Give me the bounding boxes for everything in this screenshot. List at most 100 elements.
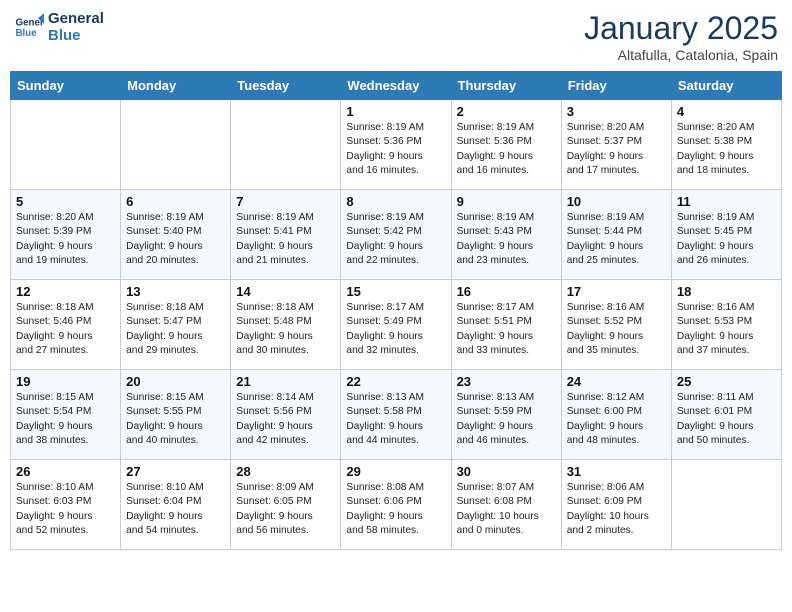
weekday-header-row: SundayMondayTuesdayWednesdayThursdayFrid…	[11, 72, 782, 100]
calendar-cell: 5Sunrise: 8:20 AM Sunset: 5:39 PM Daylig…	[11, 190, 121, 280]
calendar-cell: 19 Sunrise: 8:15 AM Sunset: 5:54 PM Dayli…	[11, 370, 121, 460]
weekday-header-monday: Monday	[121, 72, 231, 100]
calendar-cell	[231, 100, 341, 190]
day-number: 23	[457, 374, 556, 389]
day-number: 2	[457, 104, 556, 119]
day-number: 25	[677, 374, 776, 389]
calendar-cell: 23 Sunrise: 8:13 AM Sunset: 5:59 PM Dayli…	[451, 370, 561, 460]
day-info: Sunrise: 8:13 AM Sunset: 5:59 PM Dayligh…	[457, 391, 556, 448]
calendar-cell: 14 Sunrise: 8:18 AM Sunset: 5:48 PM Dayli…	[231, 280, 341, 370]
day-number: 16	[457, 284, 556, 299]
weekday-header-wednesday: Wednesday	[341, 72, 451, 100]
day-info: Sunrise: 8:20 AM Sunset: 5:38 PM Dayligh…	[677, 121, 776, 178]
day-info: Sunrise: 8:18 AM Sunset: 5:47 PM Dayligh…	[126, 301, 225, 358]
calendar-cell: 20 Sunrise: 8:15 AM Sunset: 5:55 PM Dayli…	[121, 370, 231, 460]
week-row-5: 26Sunrise: 8:10 AM Sunset: 6:03 PM Dayli…	[11, 460, 782, 550]
day-info: Sunrise: 8:19 AM Sunset: 5:43 PM Dayligh…	[457, 211, 556, 268]
svg-text:Blue: Blue	[16, 28, 38, 39]
calendar-cell: 25 Sunrise: 8:11 AM Sunset: 6:01 PM Dayli…	[671, 370, 781, 460]
calendar-cell: 9Sunrise: 8:19 AM Sunset: 5:43 PM Daylig…	[451, 190, 561, 280]
day-info: Sunrise: 8:18 AM Sunset: 5:48 PM Dayligh…	[236, 301, 335, 358]
day-number: 13	[126, 284, 225, 299]
day-number: 29	[346, 464, 445, 479]
calendar-table: SundayMondayTuesdayWednesdayThursdayFrid…	[10, 71, 782, 550]
day-number: 1	[346, 104, 445, 119]
day-info: Sunrise: 8:19 AM Sunset: 5:36 PM Dayligh…	[457, 121, 556, 178]
calendar-cell: 21 Sunrise: 8:14 AM Sunset: 5:56 PM Dayli…	[231, 370, 341, 460]
calendar-cell: 27 Sunrise: 8:10 AM Sunset: 6:04 PM Dayli…	[121, 460, 231, 550]
day-info: Sunrise: 8:07 AM Sunset: 6:08 PM Dayligh…	[457, 481, 556, 538]
weekday-header-tuesday: Tuesday	[231, 72, 341, 100]
day-number: 14	[236, 284, 335, 299]
calendar-cell: 13 Sunrise: 8:18 AM Sunset: 5:47 PM Dayli…	[121, 280, 231, 370]
day-number: 19	[16, 374, 115, 389]
calendar-cell: 2 Sunrise: 8:19 AM Sunset: 5:36 PM Daylig…	[451, 100, 561, 190]
day-number: 22	[346, 374, 445, 389]
day-info: Sunrise: 8:14 AM Sunset: 5:56 PM Dayligh…	[236, 391, 335, 448]
title-block: January 2025 Altafulla, Catalonia, Spain	[584, 10, 778, 63]
day-info: Sunrise: 8:08 AM Sunset: 6:06 PM Dayligh…	[346, 481, 445, 538]
day-info: Sunrise: 8:16 AM Sunset: 5:53 PM Dayligh…	[677, 301, 776, 358]
day-number: 26	[16, 464, 115, 479]
day-info: Sunrise: 8:09 AM Sunset: 6:05 PM Dayligh…	[236, 481, 335, 538]
day-info: Sunrise: 8:18 AM Sunset: 5:46 PM Dayligh…	[16, 301, 115, 358]
calendar-cell	[671, 460, 781, 550]
day-number: 4	[677, 104, 776, 119]
day-number: 27	[126, 464, 225, 479]
day-number: 6	[126, 194, 225, 209]
day-number: 3	[567, 104, 666, 119]
week-row-4: 19 Sunrise: 8:15 AM Sunset: 5:54 PM Dayli…	[11, 370, 782, 460]
day-info: Sunrise: 8:19 AM Sunset: 5:40 PM Dayligh…	[126, 211, 225, 268]
day-number: 31	[567, 464, 666, 479]
weekday-header-sunday: Sunday	[11, 72, 121, 100]
day-number: 10	[567, 194, 666, 209]
day-number: 7	[236, 194, 335, 209]
month-title: January 2025	[584, 10, 778, 47]
day-info: Sunrise: 8:19 AM Sunset: 5:42 PM Dayligh…	[346, 211, 445, 268]
calendar-cell: 29 Sunrise: 8:08 AM Sunset: 6:06 PM Dayli…	[341, 460, 451, 550]
day-info: Sunrise: 8:19 AM Sunset: 5:41 PM Dayligh…	[236, 211, 335, 268]
day-number: 15	[346, 284, 445, 299]
day-info: Sunrise: 8:19 AM Sunset: 5:45 PM Dayligh…	[677, 211, 776, 268]
day-info: Sunrise: 8:19 AM Sunset: 5:44 PM Dayligh…	[567, 211, 666, 268]
day-info: Sunrise: 8:17 AM Sunset: 5:49 PM Dayligh…	[346, 301, 445, 358]
day-number: 20	[126, 374, 225, 389]
day-info: Sunrise: 8:15 AM Sunset: 5:54 PM Dayligh…	[16, 391, 115, 448]
day-number: 11	[677, 194, 776, 209]
day-number: 12	[16, 284, 115, 299]
day-info: Sunrise: 8:12 AM Sunset: 6:00 PM Dayligh…	[567, 391, 666, 448]
calendar-cell	[121, 100, 231, 190]
calendar-cell: 12 Sunrise: 8:18 AM Sunset: 5:46 PM Dayli…	[11, 280, 121, 370]
week-row-3: 12 Sunrise: 8:18 AM Sunset: 5:46 PM Dayli…	[11, 280, 782, 370]
calendar-cell: 16 Sunrise: 8:17 AM Sunset: 5:51 PM Dayli…	[451, 280, 561, 370]
calendar-cell: 30 Sunrise: 8:07 AM Sunset: 6:08 PM Dayli…	[451, 460, 561, 550]
calendar-cell: 18Sunrise: 8:16 AM Sunset: 5:53 PM Dayli…	[671, 280, 781, 370]
page-header: General Blue General Blue January 2025 A…	[10, 10, 782, 63]
day-number: 30	[457, 464, 556, 479]
calendar-cell: 10 Sunrise: 8:19 AM Sunset: 5:44 PM Dayli…	[561, 190, 671, 280]
logo-blue: Blue	[48, 27, 104, 44]
day-info: Sunrise: 8:10 AM Sunset: 6:04 PM Dayligh…	[126, 481, 225, 538]
day-number: 21	[236, 374, 335, 389]
logo-icon: General Blue	[14, 12, 44, 42]
day-info: Sunrise: 8:19 AM Sunset: 5:36 PM Dayligh…	[346, 121, 445, 178]
calendar-cell: 3Sunrise: 8:20 AM Sunset: 5:37 PM Daylig…	[561, 100, 671, 190]
week-row-2: 5Sunrise: 8:20 AM Sunset: 5:39 PM Daylig…	[11, 190, 782, 280]
day-info: Sunrise: 8:15 AM Sunset: 5:55 PM Dayligh…	[126, 391, 225, 448]
day-number: 24	[567, 374, 666, 389]
calendar-cell: 7 Sunrise: 8:19 AM Sunset: 5:41 PM Daylig…	[231, 190, 341, 280]
day-info: Sunrise: 8:16 AM Sunset: 5:52 PM Dayligh…	[567, 301, 666, 358]
calendar-cell	[11, 100, 121, 190]
calendar-cell: 26Sunrise: 8:10 AM Sunset: 6:03 PM Dayli…	[11, 460, 121, 550]
day-info: Sunrise: 8:11 AM Sunset: 6:01 PM Dayligh…	[677, 391, 776, 448]
calendar-cell: 22 Sunrise: 8:13 AM Sunset: 5:58 PM Dayli…	[341, 370, 451, 460]
calendar-cell: 24 Sunrise: 8:12 AM Sunset: 6:00 PM Dayli…	[561, 370, 671, 460]
calendar-cell: 6 Sunrise: 8:19 AM Sunset: 5:40 PM Daylig…	[121, 190, 231, 280]
calendar-cell: 8Sunrise: 8:19 AM Sunset: 5:42 PM Daylig…	[341, 190, 451, 280]
calendar-cell: 31Sunrise: 8:06 AM Sunset: 6:09 PM Dayli…	[561, 460, 671, 550]
calendar-cell: 1 Sunrise: 8:19 AM Sunset: 5:36 PM Daylig…	[341, 100, 451, 190]
day-info: Sunrise: 8:17 AM Sunset: 5:51 PM Dayligh…	[457, 301, 556, 358]
day-info: Sunrise: 8:13 AM Sunset: 5:58 PM Dayligh…	[346, 391, 445, 448]
day-number: 28	[236, 464, 335, 479]
week-row-1: 1 Sunrise: 8:19 AM Sunset: 5:36 PM Daylig…	[11, 100, 782, 190]
